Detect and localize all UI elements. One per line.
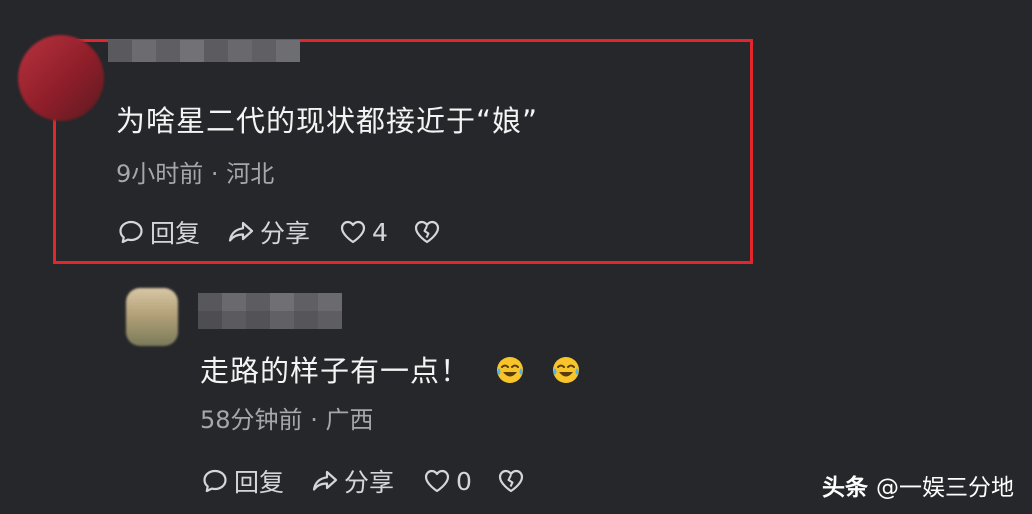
like-count: 4	[372, 217, 388, 247]
reply-text: 走路的样子有一点！	[200, 348, 582, 390]
username-blurred[interactable]	[198, 293, 342, 311]
heart-icon	[424, 469, 450, 493]
username-blurred-row	[198, 311, 342, 329]
reply-button[interactable]: 回复	[116, 214, 200, 250]
share-label: 分享	[344, 468, 395, 497]
avatar[interactable]	[126, 288, 178, 346]
reply-meta: 58分钟前 · 广西	[200, 400, 373, 435]
comment-meta: 9小时前 · 河北	[116, 154, 274, 189]
dislike-button[interactable]	[496, 466, 530, 496]
laughing-tears-emoji	[553, 357, 580, 383]
broken-heart-icon	[498, 469, 524, 493]
watermark-handle: @一娱三分地	[876, 475, 1014, 501]
comment-location: 河北	[226, 160, 275, 188]
share-label: 分享	[260, 219, 311, 248]
share-button[interactable]: 分享	[226, 214, 310, 250]
reply-label: 回复	[150, 219, 201, 248]
meta-separator: ·	[210, 160, 219, 188]
comment-actions: 回复 分享 4	[116, 214, 446, 250]
avatar[interactable]	[18, 35, 104, 121]
broken-heart-icon	[414, 220, 440, 244]
comment-text: 为啥星二代的现状都接近于“娘”	[116, 104, 539, 138]
reply-location: 广西	[325, 406, 374, 434]
like-button[interactable]: 0	[422, 466, 472, 496]
like-button[interactable]: 4	[338, 217, 388, 247]
watermark-brand: 头条	[822, 475, 868, 501]
meta-separator: ·	[310, 406, 318, 434]
share-arrow-icon	[228, 221, 254, 242]
username-blurred[interactable]	[108, 40, 300, 62]
reply-button[interactable]: 回复	[200, 463, 284, 499]
reply-actions: 回复 分享 0	[200, 463, 530, 499]
comment-bubble-icon	[119, 220, 143, 244]
comment-thread: 为啥星二代的现状都接近于“娘” 9小时前 · 河北 回复 分享 4 走路的样子有…	[0, 0, 1032, 514]
watermark: 头条 @一娱三分地	[822, 468, 1014, 502]
comment-time: 9小时前	[116, 160, 204, 188]
like-count: 0	[456, 466, 472, 496]
heart-icon	[340, 220, 366, 244]
share-arrow-icon	[312, 470, 338, 491]
reply-label: 回复	[234, 468, 285, 497]
reply-text-content: 走路的样子有一点！	[200, 354, 471, 388]
laughing-tears-emoji	[497, 357, 524, 383]
reply-time: 58分钟前	[200, 406, 303, 434]
dislike-button[interactable]	[412, 217, 446, 247]
comment-bubble-icon	[203, 469, 227, 493]
share-button[interactable]: 分享	[310, 463, 394, 499]
